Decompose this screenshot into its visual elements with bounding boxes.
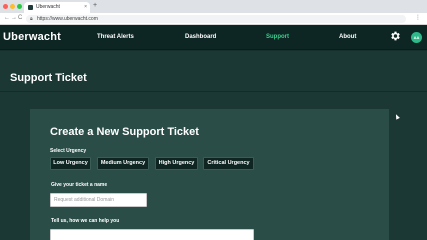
browser-toolbar: ← → C 🔒︎ https://www.uberwacht.com ⋮	[0, 13, 427, 25]
ticket-name-label: Give your ticket a name	[51, 182, 108, 188]
page-title: Support Ticket	[10, 72, 87, 84]
forward-icon[interactable]: →	[11, 15, 17, 22]
nav-link-threat-alerts[interactable]: Threat Alerts	[97, 34, 134, 41]
url-text[interactable]: https://www.uberwacht.com	[37, 16, 98, 22]
tab-title: Uberwacht	[36, 4, 60, 10]
critical-urgency-button[interactable]: Critical Urgency	[203, 157, 254, 170]
help-description-label: Tell us, how we can help you	[51, 218, 120, 224]
urgency-label: Select Urgency	[50, 148, 87, 154]
browser-tab[interactable]: Uberwacht ×	[24, 2, 90, 13]
window-maximize-button[interactable]	[17, 4, 22, 9]
low-urgency-button[interactable]: Low Urgency	[50, 157, 91, 170]
title-divider	[0, 91, 427, 92]
app-navbar: Uberwacht Threat Alerts Dashboard Suppor…	[0, 25, 427, 50]
mouse-cursor-icon	[394, 113, 400, 120]
favicon-icon	[28, 5, 33, 10]
gear-icon[interactable]	[389, 30, 401, 42]
new-tab-button[interactable]: +	[93, 2, 97, 10]
new-ticket-card: Create a New Support Ticket Select Urgen…	[30, 109, 389, 240]
lock-icon: 🔒︎	[30, 16, 33, 22]
reload-icon[interactable]: C	[18, 15, 22, 22]
nav-link-dashboard[interactable]: Dashboard	[185, 34, 216, 41]
support-page: Support Ticket Create a New Support Tick…	[0, 51, 427, 240]
high-urgency-button[interactable]: High Urgency	[155, 157, 198, 170]
brand-logo[interactable]: Uberwacht	[3, 31, 61, 43]
nav-link-support[interactable]: Support	[266, 34, 289, 41]
browser-menu-icon[interactable]: ⋮	[415, 15, 421, 22]
form-title: Create a New Support Ticket	[50, 126, 199, 138]
back-icon[interactable]: ←	[4, 15, 10, 22]
user-avatar[interactable]: AA	[411, 32, 422, 43]
nav-link-about[interactable]: About	[339, 34, 356, 41]
tab-close-icon[interactable]: ×	[84, 4, 87, 10]
address-bar[interactable]: 🔒︎ https://www.uberwacht.com	[26, 15, 406, 23]
ticket-name-input[interactable]	[50, 193, 147, 207]
browser-tabstrip: Uberwacht × +	[0, 0, 427, 13]
window-close-button[interactable]	[3, 4, 8, 9]
window-minimize-button[interactable]	[10, 4, 15, 9]
medium-urgency-button[interactable]: Medium Urgency	[97, 157, 149, 170]
help-description-input[interactable]	[50, 229, 254, 240]
